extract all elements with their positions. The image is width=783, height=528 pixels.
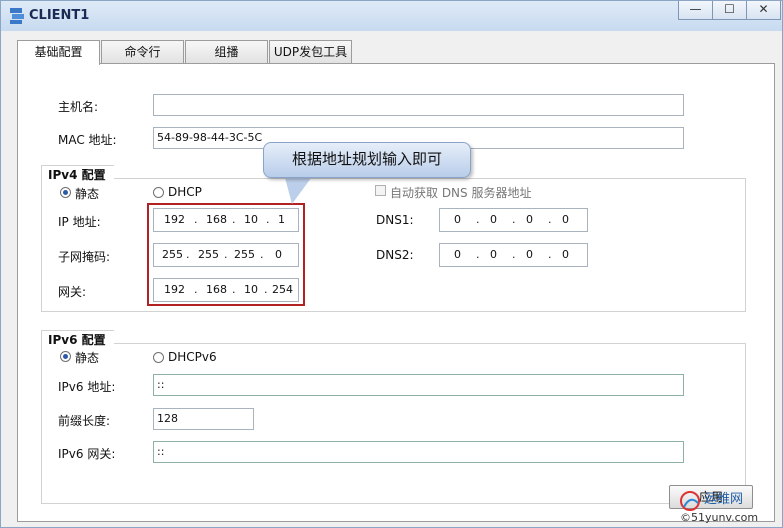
tab-command-line[interactable]: 命令行	[101, 40, 184, 63]
ipv4-group-title: IPv4 配置	[41, 165, 114, 182]
hostname-label: 主机名:	[58, 100, 99, 114]
dns1-octet-2: 0	[490, 213, 497, 226]
title-bar[interactable]: CLIENT1 — ☐ ✕	[1, 1, 782, 31]
ipv6-address-input[interactable]: ::	[153, 374, 684, 396]
dns1-label: DNS1:	[376, 213, 414, 227]
mac-label: MAC 地址:	[58, 133, 117, 147]
ipv4-dhcp-label: DHCP	[168, 185, 202, 199]
dns2-octet-4: 0	[562, 248, 569, 261]
dns2-label: DNS2:	[376, 248, 414, 262]
auto-dns-label: 自动获取 DNS 服务器地址	[390, 186, 532, 200]
ipv6-static-label: 静态	[75, 351, 100, 365]
ipv6-group-title: IPv6 配置	[41, 330, 114, 347]
hostname-input[interactable]	[153, 94, 684, 116]
dns2-octet-3: 0	[526, 248, 533, 261]
ipv6-address-label: IPv6 地址:	[58, 380, 116, 394]
dns1-octet-4: 0	[562, 213, 569, 226]
prefix-length-input[interactable]: 128	[153, 408, 254, 430]
ipv4-static-label: 静态	[75, 187, 100, 201]
dns1-octet-1: 0	[454, 213, 461, 226]
mask-label: 子网掩码:	[58, 250, 111, 264]
ipv6-gateway-input[interactable]: ::	[153, 441, 684, 463]
annotation-callout: 根据地址规划输入即可	[263, 142, 471, 178]
auto-dns-checkbox[interactable]	[375, 185, 386, 196]
dns2-octet-1: 0	[454, 248, 461, 261]
app-icon	[10, 8, 24, 24]
content-area: 基础配置 命令行 组播 UDP发包工具 主机名: MAC 地址: 54-89-9…	[9, 31, 776, 525]
close-button[interactable]: ✕	[746, 1, 781, 20]
watermark-line1: 运维网	[704, 492, 743, 507]
ipv6-dhcp-radio[interactable]	[153, 352, 164, 363]
basic-config-panel: 主机名: MAC 地址: 54-89-98-44-3C-5C IPv4 配置 静…	[17, 63, 775, 522]
site-watermark: 运维网 ©51yunv.com	[680, 491, 758, 524]
ipv6-dhcp-label: DHCPv6	[168, 350, 217, 364]
watermark-line2: ©51yunv.com	[680, 511, 758, 524]
ipv6-static-radio[interactable]	[60, 351, 71, 362]
dns2-octet-2: 0	[490, 248, 497, 261]
window-title: CLIENT1	[29, 8, 90, 23]
ipv6-group: IPv6 配置	[41, 330, 746, 504]
tab-basic-config[interactable]: 基础配置	[17, 40, 100, 65]
dns2-input[interactable]: 0 . 0 . 0 . 0	[439, 243, 588, 267]
client-window: CLIENT1 — ☐ ✕ 基础配置 命令行 组播 UDP发包工具 主机名: M…	[0, 0, 783, 528]
tab-udp-tool[interactable]: UDP发包工具	[269, 40, 352, 63]
gateway-label: 网关:	[58, 285, 87, 299]
maximize-button[interactable]: ☐	[712, 1, 747, 20]
highlight-box	[147, 203, 305, 306]
dns1-input[interactable]: 0 . 0 . 0 . 0	[439, 208, 588, 232]
callout-pointer	[284, 174, 314, 204]
prefix-length-label: 前缀长度:	[58, 414, 111, 428]
ip-label: IP 地址:	[58, 215, 101, 229]
ipv4-static-radio[interactable]	[60, 187, 71, 198]
minimize-button[interactable]: —	[678, 1, 713, 20]
tab-multicast[interactable]: 组播	[185, 40, 268, 63]
ipv6-gateway-label: IPv6 网关:	[58, 447, 116, 461]
dns1-octet-3: 0	[526, 213, 533, 226]
ipv4-dhcp-radio[interactable]	[153, 187, 164, 198]
